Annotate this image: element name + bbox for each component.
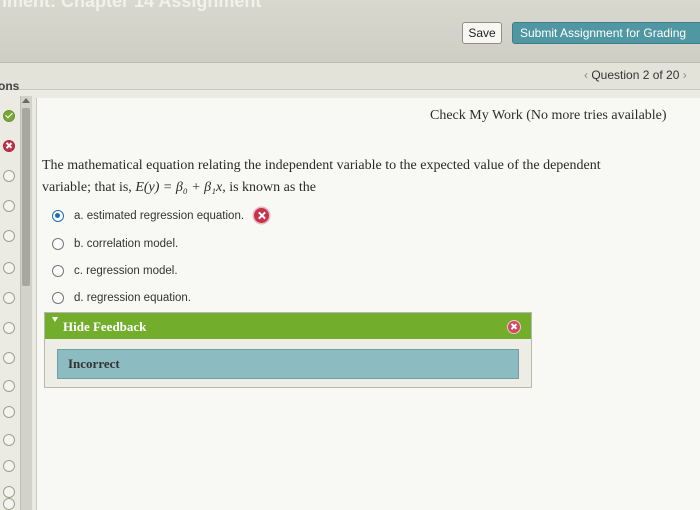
feedback-box: Hide Feedback Incorrect [44, 312, 532, 388]
question-text: The mathematical equation relating the i… [42, 155, 700, 199]
incorrect-mark-icon [254, 208, 270, 223]
answer-option-a[interactable]: a. estimated regression equation. [52, 208, 270, 223]
feedback-result-text: Incorrect [68, 356, 120, 371]
previous-question-icon[interactable]: ‹ [584, 68, 588, 82]
unanswered-circle-icon[interactable] [3, 200, 15, 212]
answer-option-label: c. regression model. [74, 265, 178, 277]
page-title: nment: Chapter 14 Assignment [0, 0, 262, 11]
close-feedback-icon[interactable] [507, 320, 521, 334]
question-counter: Question 2 of 20 [591, 68, 680, 82]
unanswered-circle-icon[interactable] [3, 292, 15, 304]
unanswered-circle-icon[interactable] [3, 460, 15, 472]
regression-equation: E(y) = β₀ + β₁x [135, 180, 223, 195]
incorrect-x-icon[interactable] [3, 140, 15, 152]
unanswered-circle-icon[interactable] [3, 322, 15, 334]
radio-selected-icon[interactable] [52, 209, 64, 222]
radio-icon[interactable] [52, 265, 64, 277]
scroll-thumb[interactable] [22, 108, 30, 286]
sidebar-scrollbar[interactable] [20, 96, 32, 510]
radio-icon[interactable] [52, 292, 64, 304]
check-my-work-link[interactable]: Check My Work (No more tries available) [430, 108, 667, 124]
answer-option-label: d. regression equation. [74, 292, 191, 304]
unanswered-circle-icon[interactable] [3, 486, 15, 498]
submit-assignment-button[interactable]: Submit Assignment for Grading [512, 22, 700, 44]
answer-option-b[interactable]: b. correlation model. [52, 238, 178, 250]
save-button[interactable]: Save [462, 22, 502, 44]
answer-option-label: b. correlation model. [74, 238, 179, 250]
top-bar: nment: Chapter 14 Assignment Save Submit… [0, 0, 700, 63]
question-navigator: ‹ Question 2 of 20 › [584, 68, 687, 82]
radio-icon[interactable] [52, 238, 64, 250]
hide-feedback-label: Hide Feedback [63, 319, 147, 334]
feedback-result: Incorrect [57, 349, 519, 379]
caret-down-icon [52, 317, 58, 322]
question-line-1: The mathematical equation relating the i… [42, 158, 601, 173]
unanswered-circle-icon[interactable] [3, 380, 15, 392]
scroll-up-icon[interactable] [22, 98, 30, 103]
unanswered-circle-icon[interactable] [3, 434, 15, 446]
unanswered-circle-icon[interactable] [3, 262, 15, 274]
hide-feedback-toggle[interactable]: Hide Feedback [45, 313, 531, 339]
unanswered-circle-icon[interactable] [3, 170, 15, 182]
question-line-2: variable; that is, E(y) = β₀ + β₁x, is k… [42, 180, 316, 195]
answer-option-d[interactable]: d. regression equation. [52, 292, 191, 304]
answer-option-c[interactable]: c. regression model. [52, 265, 178, 277]
correct-check-icon[interactable] [3, 110, 15, 122]
unanswered-circle-icon[interactable] [3, 406, 15, 418]
unanswered-circle-icon[interactable] [3, 352, 15, 364]
unanswered-circle-icon[interactable] [3, 498, 15, 510]
next-question-icon[interactable]: › [683, 68, 687, 82]
answer-option-label: a. estimated regression equation. [74, 209, 245, 222]
unanswered-circle-icon[interactable] [3, 230, 15, 242]
